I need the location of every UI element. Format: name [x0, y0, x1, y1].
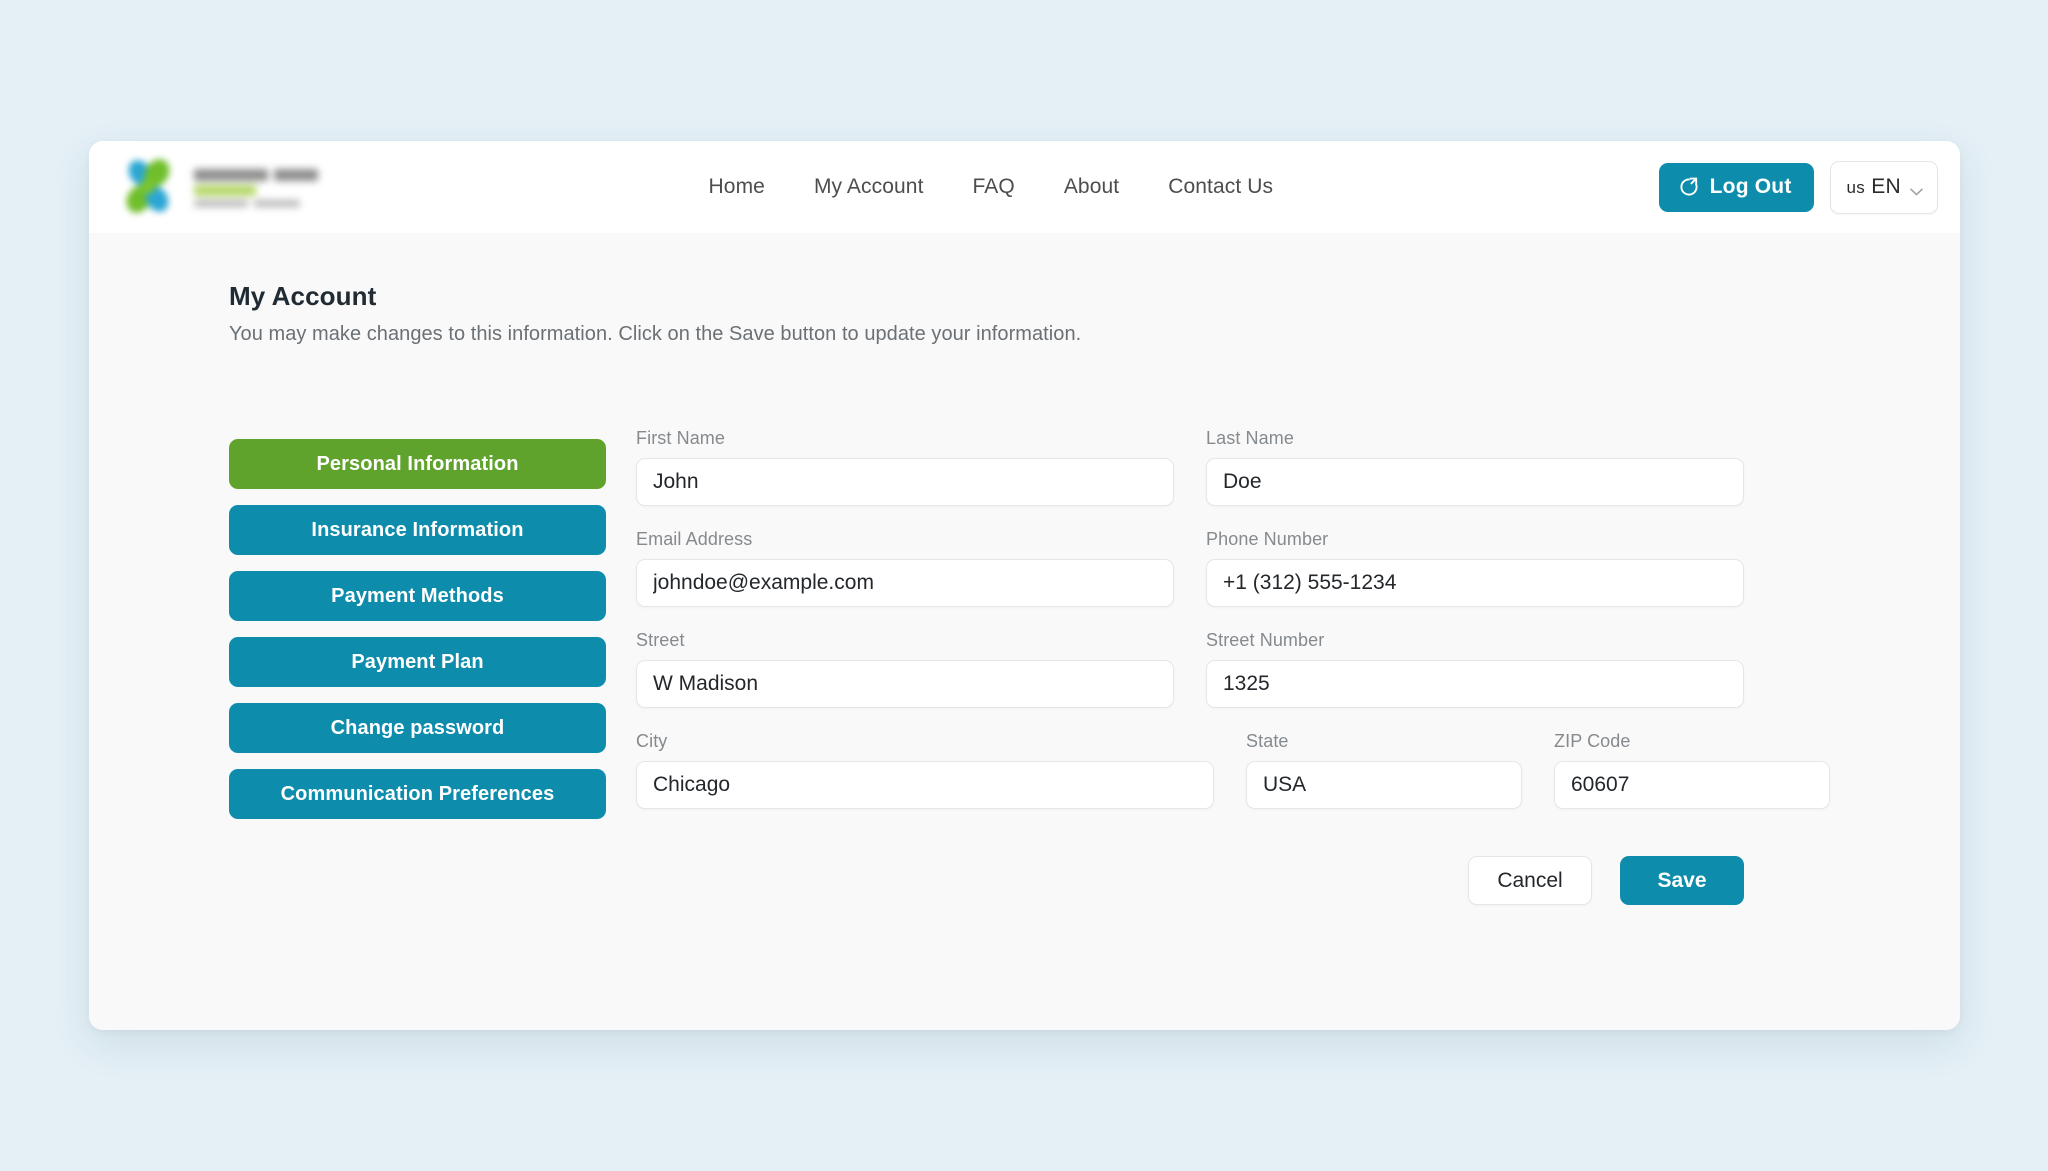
sidebar-item-change-password[interactable]: Change password [229, 703, 606, 753]
form-row-street: Street Street Number [636, 630, 1744, 708]
brand-logo[interactable] [111, 150, 353, 224]
cancel-button[interactable]: Cancel [1468, 856, 1592, 905]
language-selector[interactable]: us EN [1829, 160, 1938, 214]
sidebar-item-communication-preferences[interactable]: Communication Preferences [229, 769, 606, 819]
personal-information-form: First Name Last Name Email Address Phone [636, 428, 1832, 905]
page-title: My Account [229, 281, 377, 311]
form-row-locality: City State ZIP Code [636, 731, 1830, 809]
form-row-contact: Email Address Phone Number [636, 529, 1744, 607]
last-name-label: Last Name [1206, 428, 1294, 448]
page-subtitle: You may make changes to this information… [229, 323, 1082, 345]
account-layout: Personal Information Insurance Informati… [89, 346, 1960, 905]
nav-home[interactable]: Home [709, 175, 765, 199]
page-content: My Account You may make changes to this … [89, 233, 1960, 1030]
main-navigation: Home My Account FAQ About Contact Us [323, 175, 1659, 199]
sidebar-item-payment-plan[interactable]: Payment Plan [229, 637, 606, 687]
phone-number-input[interactable] [1206, 559, 1744, 607]
nav-about[interactable]: About [1064, 175, 1119, 199]
sidebar-item-personal-information[interactable]: Personal Information [229, 439, 606, 489]
field-first-name: First Name [636, 428, 1174, 506]
state-label: State [1246, 731, 1289, 751]
first-name-input[interactable] [636, 458, 1174, 506]
street-number-input[interactable] [1206, 660, 1744, 708]
street-label: Street [636, 630, 685, 650]
nav-faq[interactable]: FAQ [973, 175, 1015, 199]
form-actions: Cancel Save [636, 856, 1744, 905]
chevron-down-icon [1910, 183, 1923, 196]
save-button[interactable]: Save [1620, 856, 1744, 905]
butterfly-pinwheel-logo-icon [111, 150, 185, 224]
brand-wordmark [194, 167, 318, 207]
log-out-button[interactable]: Log Out [1658, 162, 1814, 212]
email-address-input[interactable] [636, 559, 1174, 607]
language-lang: EN [1871, 175, 1901, 198]
form-row-name: First Name Last Name [636, 428, 1744, 506]
field-city: City [636, 731, 1214, 809]
field-email-address: Email Address [636, 529, 1174, 607]
nav-my-account[interactable]: My Account [814, 175, 924, 199]
field-street-number: Street Number [1206, 630, 1744, 708]
field-street: Street [636, 630, 1174, 708]
nav-contact-us[interactable]: Contact Us [1168, 175, 1273, 199]
state-input[interactable] [1246, 761, 1522, 809]
last-name-input[interactable] [1206, 458, 1744, 506]
city-label: City [636, 731, 668, 751]
language-region: us [1846, 178, 1866, 197]
city-input[interactable] [636, 761, 1214, 809]
street-input[interactable] [636, 660, 1174, 708]
field-last-name: Last Name [1206, 428, 1744, 506]
log-out-label: Log Out [1709, 175, 1792, 198]
language-code: us EN [1847, 175, 1901, 199]
app-window: Home My Account FAQ About Contact Us Log… [89, 141, 1960, 1030]
field-phone-number: Phone Number [1206, 529, 1744, 607]
phone-number-label: Phone Number [1206, 529, 1329, 549]
zip-code-input[interactable] [1554, 761, 1830, 809]
account-section-nav: Personal Information Insurance Informati… [229, 428, 606, 905]
street-number-label: Street Number [1206, 630, 1325, 650]
logout-icon [1678, 176, 1700, 198]
sidebar-item-insurance-information[interactable]: Insurance Information [229, 505, 606, 555]
header-actions: Log Out us EN [1658, 160, 1938, 214]
page-header: My Account You may make changes to this … [89, 281, 1960, 346]
field-state: State [1246, 731, 1522, 809]
zip-code-label: ZIP Code [1554, 731, 1631, 751]
site-header: Home My Account FAQ About Contact Us Log… [89, 141, 1960, 233]
first-name-label: First Name [636, 428, 726, 448]
email-address-label: Email Address [636, 529, 753, 549]
field-zip-code: ZIP Code [1554, 731, 1830, 809]
sidebar-item-payment-methods[interactable]: Payment Methods [229, 571, 606, 621]
